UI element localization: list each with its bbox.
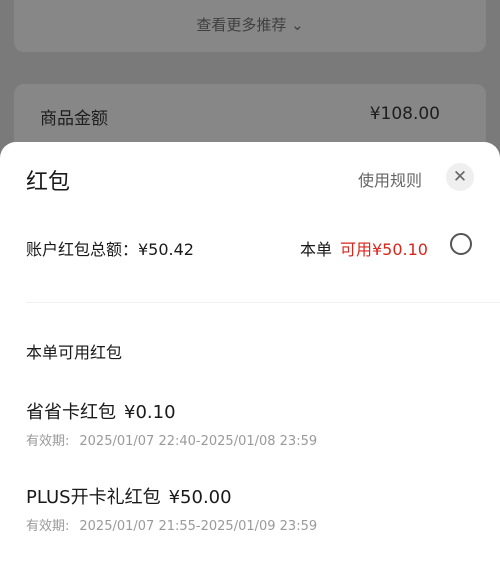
use-all-radio[interactable]	[450, 233, 472, 255]
red-packet-name-row: PLUS开卡礼红包 ¥50.00	[26, 483, 317, 509]
validity-label: 有效期:	[26, 434, 70, 449]
order-available-amount: 可用¥50.10	[340, 240, 428, 259]
chevron-down-icon: ⌄	[291, 16, 304, 34]
see-more-link[interactable]: 查看更多推荐 ⌄	[14, 14, 486, 35]
red-packet-name: PLUS开卡礼红包	[26, 487, 161, 508]
account-total-label: 账户红包总额：¥50.42	[26, 240, 194, 259]
red-packet-name: 省省卡红包	[26, 402, 116, 423]
validity-range: 2025/01/07 22:40-2025/01/08 23:59	[79, 434, 318, 449]
red-packet-item[interactable]: 省省卡红包 ¥0.10 有效期: 2025/01/07 22:40-2025/01/…	[26, 398, 317, 449]
red-packet-amount: ¥0.10	[124, 402, 176, 423]
validity-range: 2025/01/07 21:55-2025/01/09 23:59	[79, 519, 318, 534]
order-available: 本单 可用¥50.10	[300, 236, 428, 260]
red-packet-validity: 有效期: 2025/01/07 22:40-2025/01/08 23:59	[26, 430, 317, 449]
see-more-label: 查看更多推荐	[196, 16, 287, 34]
usage-rules-link[interactable]: 使用规则	[358, 167, 422, 191]
section-title: 本单可用红包	[26, 343, 123, 362]
red-packet-validity: 有效期: 2025/01/07 21:55-2025/01/09 23:59	[26, 515, 317, 534]
red-packet-item[interactable]: PLUS开卡礼红包 ¥50.00 有效期: 2025/01/07 21:55-202…	[26, 483, 317, 534]
amount-label: 商品金额	[40, 109, 108, 129]
order-prefix: 本单	[299, 240, 332, 259]
see-more-card[interactable]: 查看更多推荐 ⌄	[14, 0, 486, 52]
close-button[interactable]: ✕	[446, 163, 474, 191]
sheet-title: 红包	[26, 170, 71, 195]
validity-label: 有效期:	[26, 519, 70, 534]
close-icon: ✕	[452, 167, 468, 187]
red-packet-sheet: 红包 使用规则 ✕ 账户红包总额：¥50.42 本单 可用¥50.10 本单可用红…	[0, 142, 500, 583]
red-packet-amount: ¥50.00	[168, 487, 232, 508]
amount-value: ¥108.00	[369, 104, 440, 124]
red-packet-name-row: 省省卡红包 ¥0.10	[26, 398, 317, 424]
divider	[26, 302, 500, 303]
